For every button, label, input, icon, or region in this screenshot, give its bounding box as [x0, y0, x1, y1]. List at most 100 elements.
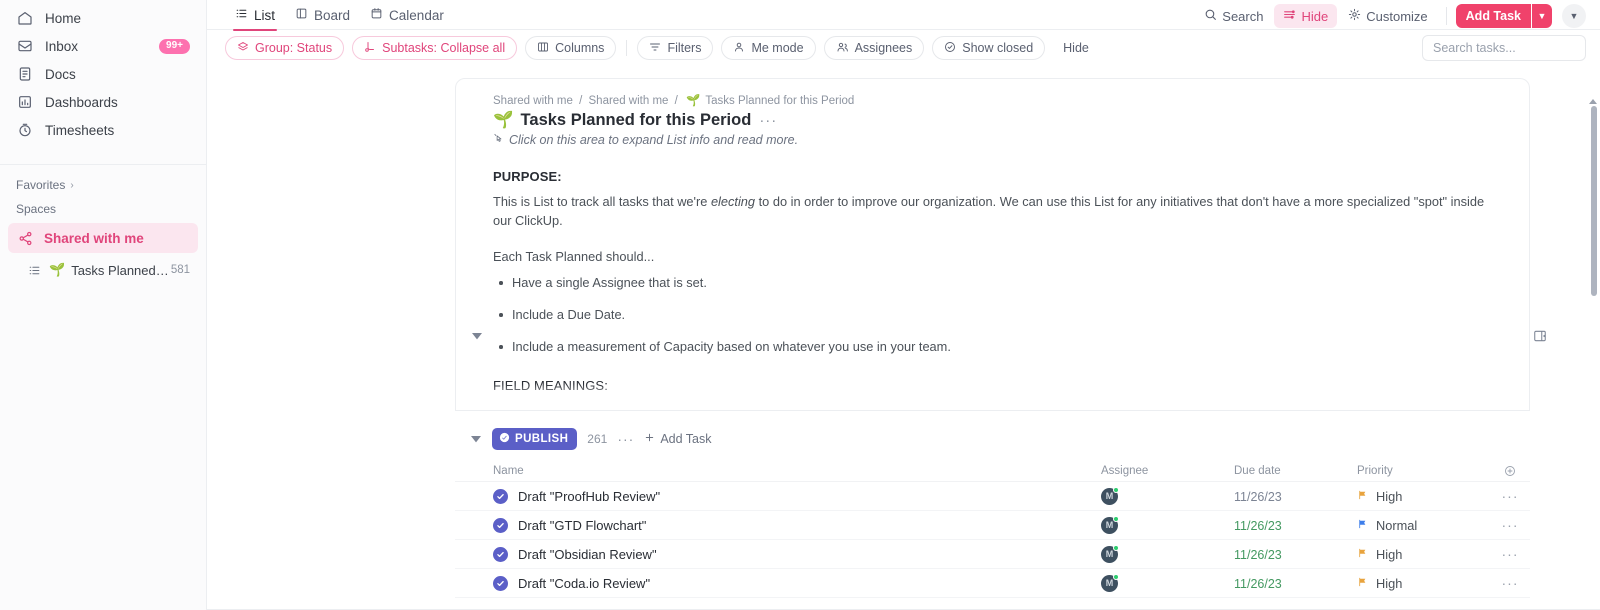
- hide-icon: [1283, 8, 1296, 24]
- toolbar-overflow-button[interactable]: ▼: [1562, 4, 1586, 28]
- sidebar-item-home[interactable]: Home: [8, 4, 198, 32]
- task-complete-checkbox[interactable]: [493, 517, 508, 533]
- avatar[interactable]: M: [1101, 486, 1119, 505]
- chevron-right-icon: ›: [70, 179, 74, 191]
- column-header-priority[interactable]: Priority: [1357, 465, 1490, 477]
- group-add-task-button[interactable]: Add Task: [644, 432, 712, 446]
- list-emoji: 🌱: [49, 262, 66, 277]
- share-icon: [16, 229, 34, 247]
- toggle-side-panel-icon[interactable]: [1532, 328, 1548, 344]
- filter-hide-button[interactable]: Hide: [1053, 36, 1099, 60]
- column-header-due-date[interactable]: Due date: [1234, 465, 1357, 477]
- task-due-date[interactable]: 11/26/23: [1234, 490, 1282, 504]
- sidebar-space-label: Shared with me: [44, 230, 144, 246]
- task-priority[interactable]: High: [1357, 576, 1490, 591]
- scroll-up-arrow-icon[interactable]: [1588, 99, 1597, 104]
- search-tasks-input[interactable]: [1422, 35, 1586, 61]
- check-circle-icon: [944, 41, 956, 56]
- chip-filters[interactable]: Filters: [637, 36, 714, 60]
- row-options-button[interactable]: ···: [1502, 546, 1519, 562]
- chip-group-status[interactable]: Group: Status: [225, 36, 345, 60]
- purpose-heading: PURPOSE:: [493, 169, 562, 184]
- tab-list-label: List: [254, 7, 276, 23]
- sidebar-item-shared-with-me[interactable]: Shared with me: [8, 223, 198, 253]
- task-priority[interactable]: Normal: [1357, 518, 1490, 533]
- dashboards-icon: [16, 93, 34, 111]
- sidebar-favorites-header[interactable]: Favorites ›: [0, 173, 206, 197]
- sidebar-favorites-label: Favorites: [16, 178, 66, 192]
- customize-button[interactable]: Customize: [1339, 4, 1436, 28]
- table-row[interactable]: Draft "Obsidian Review" M 11/26/23 High ···: [455, 540, 1530, 569]
- chip-show-closed[interactable]: Show closed: [932, 36, 1046, 60]
- sidebar-spaces-header[interactable]: Spaces: [0, 197, 206, 221]
- status-badge[interactable]: PUBLISH: [492, 428, 578, 450]
- search-icon: [1204, 8, 1217, 24]
- view-tabs: List Board Calendar: [225, 0, 454, 31]
- status-badge-label: PUBLISH: [515, 433, 569, 445]
- collapse-list-info-caret[interactable]: [470, 329, 484, 343]
- search-button-label: Search: [1222, 8, 1264, 24]
- sidebar-item-dashboards[interactable]: Dashboards: [8, 88, 198, 116]
- row-options-button[interactable]: ···: [1502, 517, 1519, 533]
- chip-columns[interactable]: Columns: [525, 36, 617, 60]
- list-info-card[interactable]: Shared with me / Shared with me / 🌱 Task…: [455, 78, 1530, 411]
- sidebar-item-timesheets[interactable]: Timesheets: [8, 116, 198, 144]
- list-info-hint-text: Click on this area to expand List info a…: [509, 133, 799, 147]
- hide-toggle-button[interactable]: Hide: [1274, 4, 1338, 28]
- task-due-date[interactable]: 11/26/23: [1234, 577, 1282, 591]
- list-item: Task Name = Task Name 🤨: [493, 402, 1493, 410]
- sidebar-item-docs[interactable]: Docs: [8, 60, 198, 88]
- avatar[interactable]: M: [1101, 544, 1119, 563]
- list-title-row: 🌱 Tasks Planned for this Period ···: [493, 111, 1493, 130]
- column-header-name[interactable]: Name: [493, 465, 1101, 477]
- timesheets-icon: [16, 121, 34, 139]
- task-complete-checkbox[interactable]: [493, 575, 508, 591]
- chevron-down-icon[interactable]: ▼: [1532, 4, 1552, 28]
- breadcrumb[interactable]: Shared with me / Shared with me / 🌱 Task…: [493, 93, 1493, 107]
- chip-assignees[interactable]: Assignees: [823, 36, 925, 60]
- sidebar-item-inbox[interactable]: Inbox 99+: [8, 32, 198, 60]
- page-title-text: Tasks Planned for this Period: [520, 111, 752, 129]
- chevron-down-icon: ▼: [1569, 11, 1579, 21]
- list-icon: [235, 7, 248, 23]
- row-options-button[interactable]: ···: [1502, 575, 1519, 591]
- list-item: Include a Due Date.: [493, 306, 1493, 324]
- chip-subtasks[interactable]: Subtasks: Collapse all: [352, 36, 518, 60]
- search-button[interactable]: Search: [1195, 4, 1272, 28]
- toolbar-actions: Search Hide Customize Add Task ▼ ▼: [1195, 0, 1586, 30]
- vertical-scrollbar-thumb[interactable]: [1591, 106, 1597, 296]
- task-priority[interactable]: High: [1357, 547, 1490, 562]
- task-due-date[interactable]: 11/26/23: [1234, 548, 1282, 562]
- tab-list[interactable]: List: [225, 0, 285, 31]
- chip-assignees-label: Assignees: [854, 41, 913, 55]
- tab-board[interactable]: Board: [285, 0, 360, 30]
- column-header-assignee[interactable]: Assignee: [1101, 465, 1234, 477]
- avatar[interactable]: M: [1101, 515, 1119, 534]
- chip-show-closed-label: Show closed: [962, 41, 1034, 55]
- breadcrumb-item-3[interactable]: Tasks Planned for this Period: [705, 95, 854, 107]
- sidebar-spaces-label: Spaces: [16, 202, 57, 216]
- breadcrumb-item-1[interactable]: Shared with me: [493, 95, 573, 107]
- chip-me-mode[interactable]: Me mode: [721, 36, 816, 60]
- online-status-dot: [1113, 544, 1119, 551]
- chip-subtasks-label: Subtasks: Collapse all: [382, 41, 506, 55]
- field-meanings-heading: FIELD MEANINGS:: [493, 378, 608, 394]
- task-due-date[interactable]: 11/26/23: [1234, 519, 1282, 533]
- table-row[interactable]: Draft "GTD Flowchart" M 11/26/23 Normal ···: [455, 511, 1530, 540]
- table-row[interactable]: Draft "Coda.io Review" M 11/26/23 High ···: [455, 569, 1530, 598]
- list-options-button[interactable]: ···: [759, 112, 777, 129]
- task-complete-checkbox[interactable]: [493, 546, 508, 562]
- tab-calendar[interactable]: Calendar: [360, 0, 454, 30]
- group-collapse-caret[interactable]: [470, 435, 482, 443]
- home-icon: [16, 9, 34, 27]
- breadcrumb-item-2[interactable]: Shared with me: [589, 95, 669, 107]
- task-complete-checkbox[interactable]: [493, 488, 508, 504]
- add-task-button[interactable]: Add Task ▼: [1455, 4, 1552, 28]
- add-column-button[interactable]: [1490, 465, 1530, 477]
- task-priority[interactable]: High: [1357, 489, 1490, 504]
- row-options-button[interactable]: ···: [1502, 488, 1519, 504]
- table-row[interactable]: Draft "ProofHub Review" M 11/26/23 High ···: [455, 482, 1530, 511]
- sidebar-list-tasks-planned[interactable]: 🌱 Tasks Planned for ... 581: [8, 256, 198, 284]
- avatar[interactable]: M: [1101, 573, 1119, 592]
- group-options-button[interactable]: ···: [617, 431, 634, 447]
